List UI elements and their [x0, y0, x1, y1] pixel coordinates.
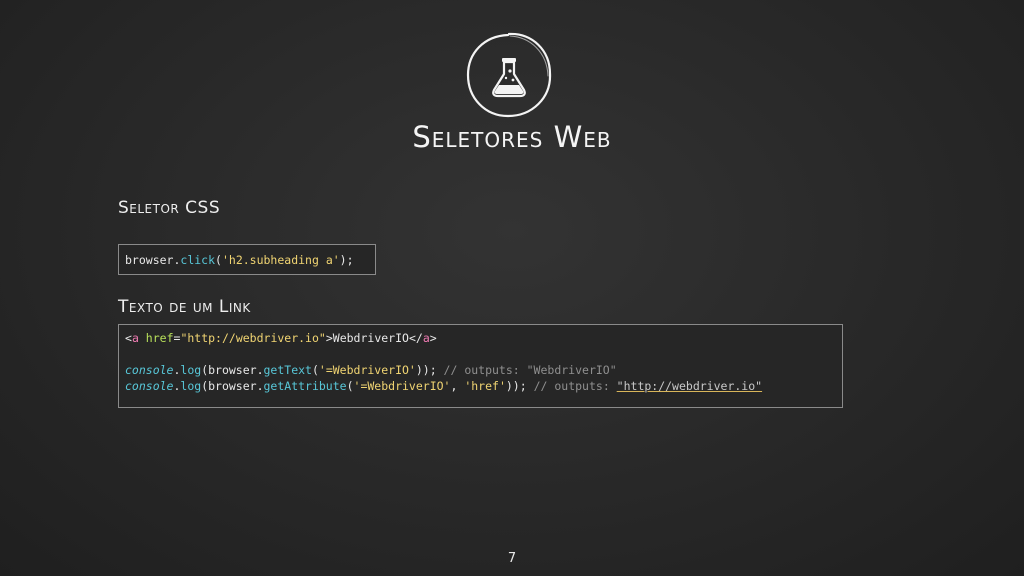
code-token: getAttribute: [263, 379, 347, 393]
code-token: '=WebdriverIO': [353, 379, 451, 393]
code-token: <: [125, 331, 132, 345]
code-line: console.log(browser.getAttribute('=Webdr…: [125, 378, 836, 394]
code-token: );: [339, 253, 354, 267]
code-token: ));: [505, 379, 527, 393]
code-token: a: [131, 331, 139, 345]
code-token: console: [125, 379, 174, 393]
code-line: console.log(browser.getText('=WebdriverI…: [125, 362, 836, 378]
code-token: '=WebdriverIO': [318, 363, 416, 377]
code-comment: // outputs:: [526, 379, 617, 393]
code-block-css-selector: browser.click('h2.subheading a');: [118, 244, 376, 275]
slide-title: Seletores Web: [412, 120, 612, 154]
code-token: browser: [125, 253, 174, 267]
code-token: "http://webdriver.io": [180, 331, 326, 345]
code-token: href: [138, 331, 174, 345]
code-token: (: [215, 253, 222, 267]
code-token: >: [325, 331, 333, 345]
code-token: ,: [450, 379, 465, 393]
code-token: console: [125, 363, 174, 377]
code-comment: // outputs: "WebdriverIO": [436, 363, 617, 377]
code-token: 'href': [464, 379, 506, 393]
code-token: getText: [263, 363, 312, 377]
page-number: 7: [507, 551, 517, 566]
flask-icon: [466, 32, 552, 118]
code-token: ));: [415, 363, 437, 377]
section-label-css-selector: Seletor CSS: [118, 198, 221, 218]
code-block-link-text: <a href="http://webdriver.io">WebdriverI…: [118, 324, 843, 408]
code-token: log: [180, 363, 202, 377]
code-token: click: [180, 253, 216, 267]
code-token: (browser.: [201, 379, 264, 393]
code-token: 'h2.subheading a': [221, 253, 340, 267]
code-token: a: [422, 331, 430, 345]
code-line: <a href="http://webdriver.io">WebdriverI…: [125, 330, 836, 346]
code-token: (: [311, 363, 319, 377]
section-label-link-text: Texto de um Link: [118, 297, 251, 317]
code-token: (: [346, 379, 354, 393]
code-token: log: [180, 379, 202, 393]
code-token: (browser.: [201, 363, 264, 377]
code-token: WebdriverIO: [332, 331, 409, 345]
code-token: </: [408, 331, 423, 345]
code-token: >: [429, 331, 437, 345]
code-url: "http://webdriver.io": [616, 379, 763, 393]
